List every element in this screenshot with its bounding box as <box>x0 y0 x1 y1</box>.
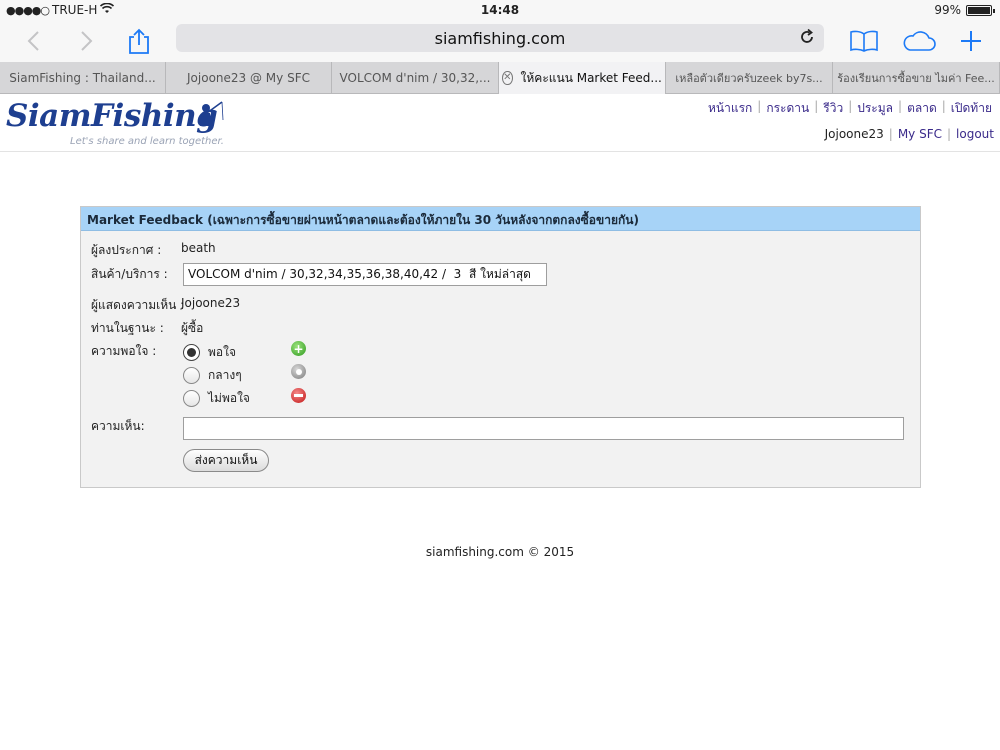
comment-field[interactable] <box>183 417 904 440</box>
status-right: 99% <box>934 3 995 17</box>
plus-icon <box>961 31 981 51</box>
option-neutral[interactable]: กลางๆ <box>183 366 242 385</box>
tab-label: ร้องเรียนการซื้อขาย ไมค่า Fee... <box>837 72 995 85</box>
comment-label: ความเห็น: <box>91 419 145 433</box>
nav-separator: | <box>898 99 903 113</box>
chevron-left-icon <box>27 31 39 51</box>
form-title: Market Feedback (เฉพาะการซื้อขายผ่านหน้า… <box>81 207 920 231</box>
nav-separator: | <box>941 99 946 113</box>
nav-separator: | <box>888 127 893 141</box>
fisherman-icon <box>199 101 224 126</box>
radio-unsatisfied[interactable] <box>183 390 200 407</box>
nav-separator: | <box>757 99 762 113</box>
tab-label: ให้คะแนน Market Feed... <box>520 70 662 85</box>
back-button[interactable] <box>18 26 48 56</box>
market-feedback-form: Market Feedback (เฉพาะการซื้อขายผ่านหน้า… <box>80 206 921 488</box>
product-field[interactable] <box>183 263 547 286</box>
role-label: ท่านในฐานะ : <box>91 321 164 335</box>
battery-icon <box>966 4 995 16</box>
battery-percent: 99% <box>934 3 961 17</box>
nav-market[interactable]: ตลาด <box>907 99 937 118</box>
role-value: ผู้ซื้อ <box>181 321 204 335</box>
commenter-value: Jojoone23 <box>181 296 241 310</box>
minus-bar <box>294 394 303 397</box>
forward-button[interactable] <box>72 26 102 56</box>
nav-separator: | <box>848 99 853 113</box>
option-label: พอใจ <box>208 345 237 359</box>
username: Jojoone23 <box>824 127 884 141</box>
logout-link[interactable]: logout <box>956 127 994 141</box>
tab-zeek[interactable]: เหลือตัวเดียวครับzeek by7s... <box>666 62 833 94</box>
tab-market-feedback[interactable]: ✕ ให้คะแนน Market Feed... <box>499 62 666 94</box>
tab-complaint[interactable]: ร้องเรียนการซื้อขาย ไมค่า Fee... <box>833 62 1000 94</box>
commenter-label: ผู้แสดงความเห็น : <box>91 298 185 312</box>
tab-volcom[interactable]: VOLCOM d'nim / 30,32,... <box>332 62 499 94</box>
nav-auction[interactable]: ประมูล <box>857 99 893 118</box>
icloud-tabs-button[interactable] <box>900 26 938 56</box>
status-bar: ●●●●○ TRUE-H 14:48 99% <box>0 0 1000 20</box>
clock: 14:48 <box>480 3 520 17</box>
option-label: กลางๆ <box>208 368 242 382</box>
footer-copyright: siamfishing.com © 2015 <box>425 545 575 559</box>
tab-my-sfc[interactable]: Jojoone23 @ My SFC <box>166 62 332 94</box>
close-tab-icon[interactable]: ✕ <box>502 71 513 85</box>
radio-neutral[interactable] <box>183 367 200 384</box>
nav-board[interactable]: กระดาน <box>766 99 809 118</box>
option-satisfied[interactable]: พอใจ <box>183 343 236 362</box>
my-sfc-link[interactable]: My SFC <box>898 127 942 141</box>
nav-separator: | <box>947 127 952 141</box>
neutral-circle-icon <box>291 364 306 379</box>
minus-circle-icon <box>291 388 306 403</box>
nav-review[interactable]: รีวิว <box>823 99 843 118</box>
poster-label: ผู้ลงประกาศ : <box>91 243 162 257</box>
book-icon <box>850 30 878 52</box>
logo-tagline: Let's share and learn together. <box>70 136 224 147</box>
share-button[interactable] <box>124 26 154 56</box>
tab-label: VOLCOM d'nim / 30,32,... <box>339 71 491 85</box>
reload-button[interactable] <box>798 28 818 48</box>
tab-label: Jojoone23 @ My SFC <box>187 71 310 85</box>
tab-label: เหลือตัวเดียวครับzeek by7s... <box>675 72 823 85</box>
tab-label: SiamFishing : Thailand... <box>9 71 156 85</box>
main-nav: หน้าแรก | กระดาน | รีวิว | ประมูล | ตลาด | เป… <box>708 99 992 118</box>
site-logo[interactable]: SiamFishing Let's share and learn togeth… <box>6 98 226 150</box>
cloud-icon <box>903 31 936 51</box>
nav-trunk-sale[interactable]: เปิดท้าย <box>951 99 992 118</box>
browser-toolbar: siamfishing.com <box>0 20 1000 62</box>
radio-satisfied[interactable] <box>183 344 200 361</box>
new-tab-button[interactable] <box>956 26 986 56</box>
url-bar[interactable]: siamfishing.com <box>176 24 824 52</box>
satisfaction-label: ความพอใจ : <box>91 344 157 358</box>
tab-strip: SiamFishing : Thailand... Jojoone23 @ My… <box>0 62 1000 94</box>
nav-separator: | <box>814 99 819 113</box>
submit-feedback-button[interactable]: ส่งความเห็น <box>183 449 269 472</box>
site-header: SiamFishing Let's share and learn togeth… <box>0 94 1000 152</box>
neutral-dot <box>295 368 302 375</box>
plus-circle-icon: + <box>291 341 306 356</box>
product-label: สินค้า/บริการ : <box>91 267 168 281</box>
user-nav: Jojoone23 | My SFC | logout <box>825 127 994 141</box>
share-icon <box>129 28 149 54</box>
battery-fill <box>968 6 990 14</box>
poster-value: beath <box>181 241 216 255</box>
option-unsatisfied[interactable]: ไม่พอใจ <box>183 389 250 408</box>
reload-icon <box>801 28 813 43</box>
chevron-right-icon <box>81 31 93 51</box>
url-text: siamfishing.com <box>434 28 566 48</box>
option-label: ไม่พอใจ <box>208 391 250 405</box>
tab-siamfishing-home[interactable]: SiamFishing : Thailand... <box>0 62 166 94</box>
bookmarks-button[interactable] <box>846 26 882 56</box>
nav-home[interactable]: หน้าแรก <box>708 99 752 118</box>
